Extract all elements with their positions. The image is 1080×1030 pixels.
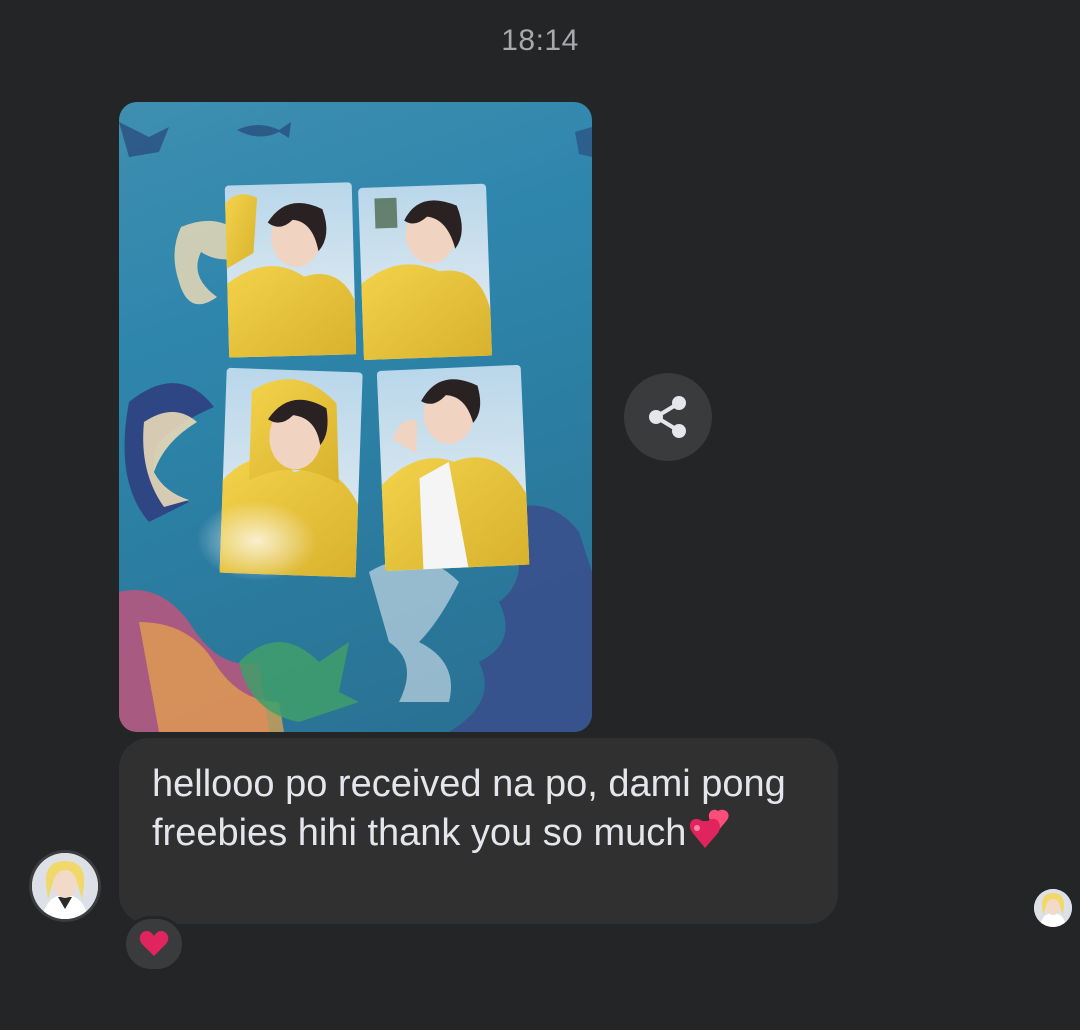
avatar-image — [32, 853, 98, 919]
shared-photo[interactable] — [119, 102, 592, 732]
heart-reaction[interactable] — [123, 916, 185, 972]
share-icon — [649, 396, 686, 438]
heart-reaction-icon — [139, 931, 169, 956]
seen-avatar — [1034, 889, 1072, 927]
message-timestamp: 18:14 — [501, 24, 579, 57]
share-button[interactable] — [624, 373, 712, 461]
user-avatar[interactable] — [32, 853, 98, 919]
two-hearts-emoji — [690, 809, 729, 848]
photo-content — [119, 122, 592, 732]
seen-avatar-image — [1034, 889, 1072, 927]
message-bubble[interactable]: hellooo po received na po, dami pong fre… — [119, 738, 838, 924]
